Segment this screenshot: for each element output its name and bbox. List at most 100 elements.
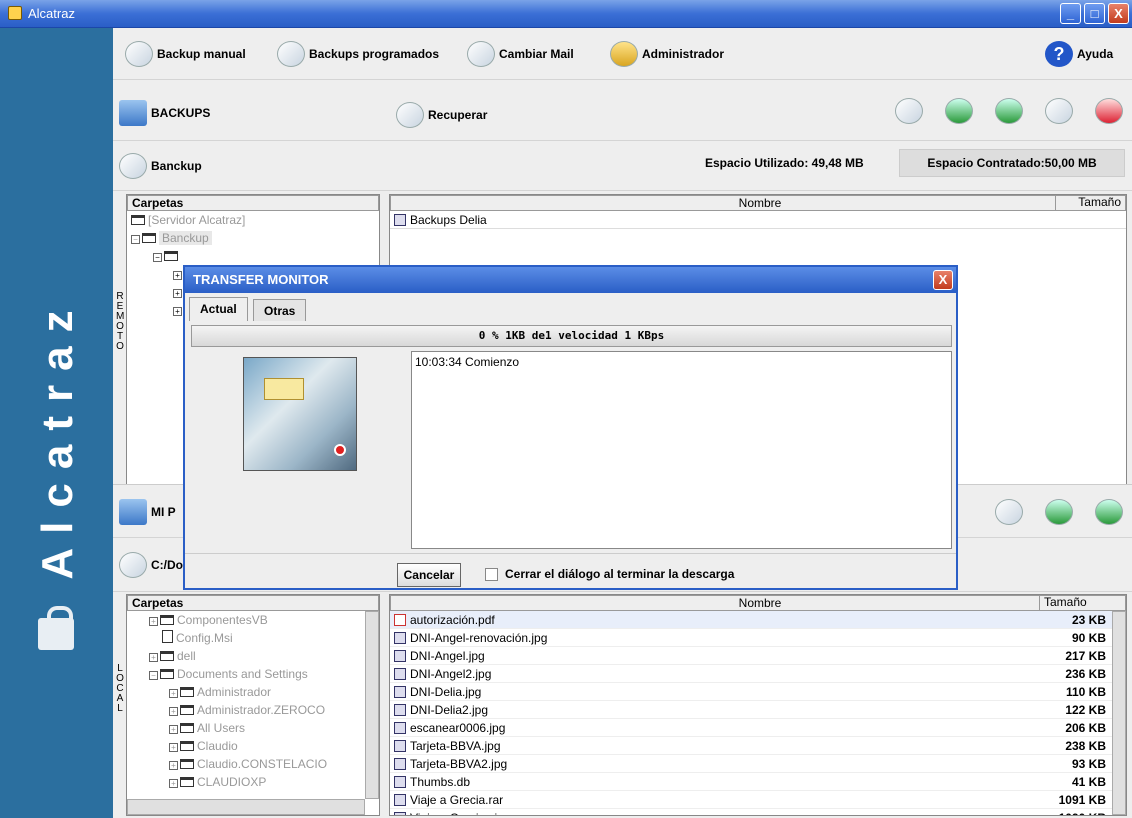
folder-icon	[180, 777, 194, 787]
new-folder-icon[interactable]	[895, 98, 923, 124]
vertical-scrollbar[interactable]	[365, 611, 379, 799]
backups-programados-button[interactable]: Backups programados	[277, 41, 439, 67]
file-row[interactable]: Tarjeta-BBVA2.jpg 93 KB	[390, 755, 1112, 773]
horizontal-scrollbar[interactable]	[127, 799, 365, 815]
expand-icon[interactable]: +	[169, 725, 178, 734]
tab-otras[interactable]: Otras	[253, 299, 307, 321]
expand-icon[interactable]: +	[173, 289, 182, 298]
collapse-icon[interactable]: −	[149, 671, 158, 680]
cambiar-mail-button[interactable]: Cambiar Mail	[467, 41, 574, 67]
file-size: 217 KB	[1065, 649, 1106, 663]
folder-icon	[180, 741, 194, 751]
file-size: 41 KB	[1071, 775, 1106, 789]
expand-icon[interactable]: +	[169, 761, 178, 770]
minimize-button[interactable]: _	[1060, 3, 1081, 24]
recuperar-button[interactable]: Recuperar	[396, 102, 487, 128]
backup-manual-button[interactable]: Backup manual	[125, 41, 246, 67]
close-button[interactable]: X	[1108, 3, 1129, 24]
file-name: Backups Delia	[410, 213, 487, 227]
file-name: Viaje a Grecia.zip	[410, 811, 504, 815]
expand-icon[interactable]: +	[169, 779, 178, 788]
file-row[interactable]: DNI-Delia.jpg 110 KB	[390, 683, 1112, 701]
tree-node[interactable]: + Administrador	[127, 683, 379, 701]
tree-node[interactable]: [Servidor Alcatraz]	[127, 211, 379, 229]
image-icon	[394, 722, 406, 734]
file-row[interactable]: Viaje a Grecia.rar 1091 KB	[390, 791, 1112, 809]
expand-icon[interactable]: +	[169, 743, 178, 752]
file-name: DNI-Delia2.jpg	[410, 703, 489, 717]
file-row[interactable]: autorización.pdf 23 KB	[390, 611, 1112, 629]
size-column-header[interactable]: Tamaño	[1039, 595, 1111, 610]
tab-actual[interactable]: Actual	[189, 297, 248, 321]
backups-bar: BACKUPS Recuperar	[113, 80, 1132, 141]
tree-node[interactable]: − Banckup	[127, 229, 379, 247]
ayuda-button[interactable]: ? Ayuda	[1045, 41, 1113, 67]
file-row[interactable]: DNI-Angel-renovación.jpg 90 KB	[390, 629, 1112, 647]
expand-icon[interactable]: +	[169, 689, 178, 698]
delete-icon[interactable]	[1095, 98, 1123, 124]
clock-icon	[277, 41, 305, 67]
folder-icon	[180, 759, 194, 769]
tree-node-label: All Users	[197, 721, 246, 735]
name-column-header[interactable]: Nombre	[739, 196, 782, 210]
file-row[interactable]: DNI-Angel.jpg 217 KB	[390, 647, 1112, 665]
upload-arrow-icon[interactable]	[945, 98, 973, 124]
local-title-label: MI P	[151, 505, 176, 519]
image-icon	[394, 740, 406, 752]
help-icon: ?	[1045, 41, 1073, 67]
folder-icon	[180, 687, 194, 697]
file-size: 23 KB	[1071, 613, 1106, 627]
upload-arrow-icon[interactable]	[1045, 499, 1073, 525]
expand-icon[interactable]: +	[173, 271, 182, 280]
backup-manual-label: Backup manual	[157, 47, 246, 61]
file-row[interactable]: DNI-Angel2.jpg 236 KB	[390, 665, 1112, 683]
administrador-button[interactable]: Administrador	[610, 41, 724, 67]
tree-node[interactable]: + ComponentesVB	[127, 611, 379, 629]
tree-node[interactable]: + Claudio	[127, 737, 379, 755]
expand-icon[interactable]: +	[149, 653, 158, 662]
vertical-scrollbar[interactable]	[1112, 611, 1126, 815]
expand-icon[interactable]: +	[173, 307, 182, 316]
refresh-icon[interactable]	[995, 98, 1023, 124]
dialog-title: TRANSFER MONITOR	[193, 272, 329, 287]
image-icon	[394, 632, 406, 644]
tree-node[interactable]: Config.Msi	[127, 629, 379, 647]
magnifier-icon	[125, 41, 153, 67]
tree-node[interactable]: + Administrador.ZEROCO	[127, 701, 379, 719]
file-row[interactable]: escanear0006.jpg 206 KB	[390, 719, 1112, 737]
tree-node[interactable]: + Claudio.CONSTELACIO	[127, 755, 379, 773]
folder-icon	[180, 705, 194, 715]
file-row[interactable]: Backups Delia	[390, 211, 1126, 229]
maximize-button[interactable]: □	[1084, 3, 1105, 24]
tree-node[interactable]: − Documents and Settings	[127, 665, 379, 683]
file-row[interactable]: Thumbs.db 41 KB	[390, 773, 1112, 791]
cancelar-button[interactable]: Cancelar	[397, 563, 461, 587]
file-row[interactable]: Tarjeta-BBVA.jpg 238 KB	[390, 737, 1112, 755]
collapse-icon[interactable]: −	[131, 235, 140, 244]
tree-node[interactable]: + All Users	[127, 719, 379, 737]
tree-node[interactable]: + dell	[127, 647, 379, 665]
name-column-header[interactable]: Nombre	[739, 596, 782, 610]
expand-icon[interactable]: +	[169, 707, 178, 716]
espacio-utilizado: Espacio Utilizado: 49,48 MB	[705, 156, 864, 170]
file-row[interactable]: Viaje a Grecia.zip 1090 KB	[390, 809, 1112, 815]
remote-files-header: Nombre Tamaño	[390, 195, 1126, 211]
expand-icon[interactable]: +	[149, 617, 158, 626]
refresh-icon[interactable]	[1095, 499, 1123, 525]
disk-icon	[119, 153, 147, 179]
tree-node[interactable]: −	[127, 247, 379, 265]
size-column-header[interactable]: Tamaño	[1055, 195, 1125, 210]
file-name: DNI-Angel-renovación.jpg	[410, 631, 548, 645]
tree-node[interactable]: + CLAUDIOXP	[127, 773, 379, 791]
collapse-icon[interactable]: −	[153, 253, 162, 262]
file-row[interactable]: DNI-Delia2.jpg 122 KB	[390, 701, 1112, 719]
new-folder-icon[interactable]	[995, 499, 1023, 525]
local-folder-tree[interactable]: Carpetas + ComponentesVB Config.Msi + dell − D…	[126, 594, 380, 816]
close-on-finish-checkbox[interactable]	[485, 568, 498, 581]
dialog-close-button[interactable]: X	[933, 270, 953, 290]
local-file-list[interactable]: Nombre Tamaño autorización.pdf 23 KB DNI-A…	[389, 594, 1127, 816]
tree-node-label: [Servidor Alcatraz]	[148, 213, 246, 227]
folder-icon	[160, 651, 174, 661]
image-icon	[394, 704, 406, 716]
rename-icon[interactable]	[1045, 98, 1073, 124]
